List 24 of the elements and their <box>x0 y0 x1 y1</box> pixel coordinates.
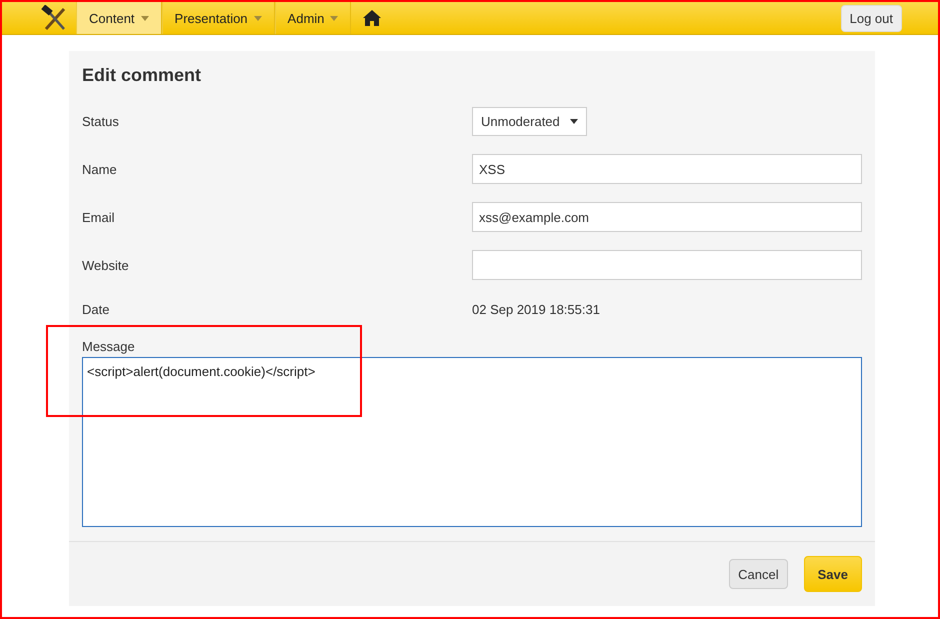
nav-menu[interactable]: Presentation <box>162 2 275 34</box>
form-title: Edit comment <box>82 65 202 86</box>
caret-icon <box>570 118 578 124</box>
field-label: Website <box>82 258 130 272</box>
save-button[interactable]: Save <box>804 556 862 592</box>
cancel-button[interactable]: Cancel <box>729 559 788 589</box>
field-label: Message <box>82 339 136 354</box>
logout-button[interactable]: Log out <box>840 4 902 32</box>
nav-menu[interactable]: Admin <box>274 2 352 34</box>
caret-icon <box>330 16 338 20</box>
field-label: Email <box>82 210 116 224</box>
field-label: Date <box>82 302 110 316</box>
caret-icon <box>140 16 149 20</box>
field-label: Status <box>82 114 120 128</box>
input-field[interactable] <box>472 250 862 280</box>
input-field[interactable]: XSS <box>472 154 862 184</box>
home-icon <box>363 10 382 26</box>
input-field[interactable]: xss@example.com <box>472 202 862 232</box>
status-select[interactable]: Unmoderated <box>472 106 587 136</box>
nav-menu[interactable]: Content <box>76 2 162 34</box>
message-field[interactable]: <script>alert(document.cookie)</script> <box>82 357 862 527</box>
field-label: Name <box>82 162 118 176</box>
caret-icon <box>254 16 262 20</box>
date-value: 02 Sep 2019 18:55:31 <box>472 302 600 316</box>
